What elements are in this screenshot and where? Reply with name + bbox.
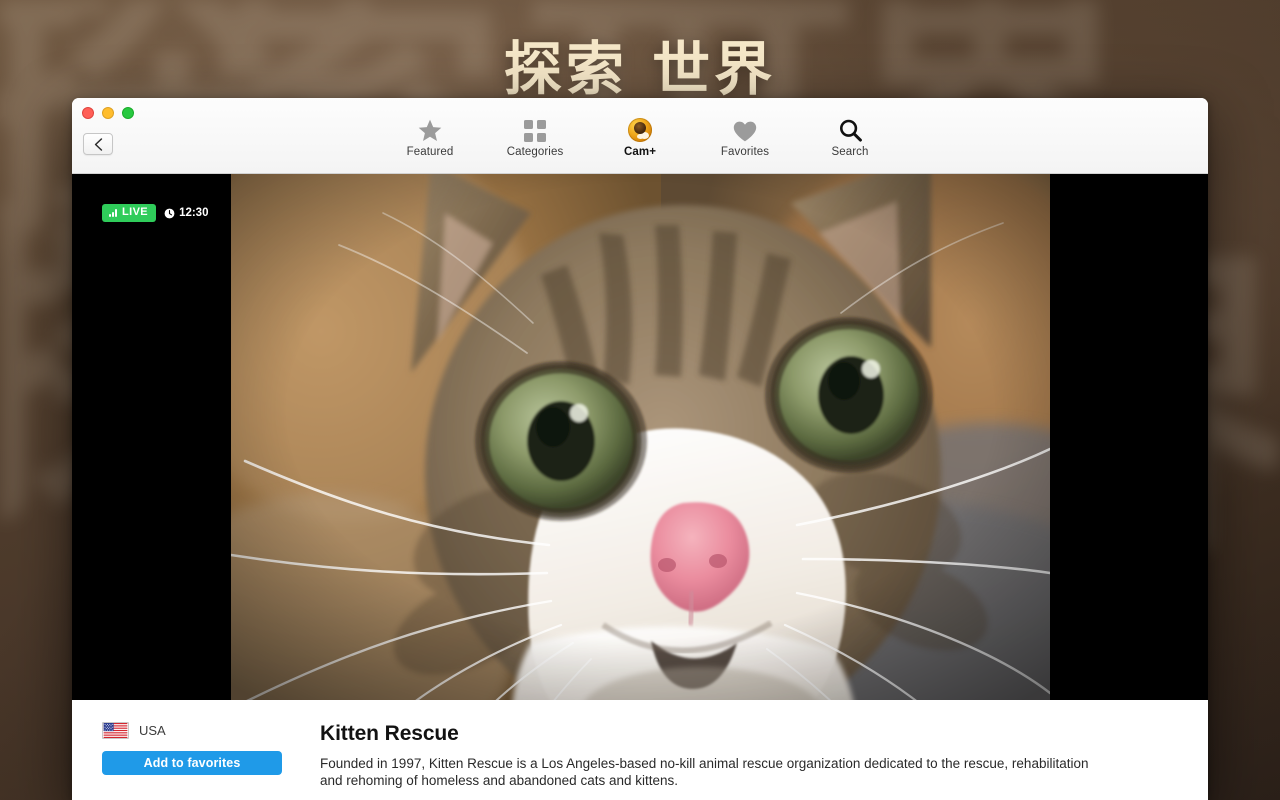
tab-categories[interactable]: Categories [498, 118, 573, 158]
country-row: USA [102, 722, 320, 739]
video-stage[interactable]: LIVE 12:30 [72, 174, 1208, 700]
hero-title: 探索 世界 [503, 35, 777, 103]
add-to-favorites-button[interactable]: Add to favorites [102, 751, 282, 775]
tab-label: Categories [506, 146, 564, 158]
tab-label: Search [831, 146, 869, 158]
cat-photo [231, 174, 1050, 700]
window-toolbar: Featured Categories Cam+ Favorites Searc… [72, 98, 1208, 174]
magnifier-icon [839, 118, 862, 142]
time-label: 12:30 [179, 207, 209, 219]
star-icon [418, 118, 442, 142]
stream-time: 12:30 [164, 207, 208, 219]
live-badge: LIVE [102, 204, 157, 222]
tab-favorites[interactable]: Favorites [708, 118, 783, 158]
clock-icon [164, 208, 175, 218]
tab-featured[interactable]: Featured [393, 118, 468, 158]
tab-label: Favorites [720, 146, 770, 158]
heart-icon [733, 118, 757, 142]
live-label: LIVE [122, 206, 149, 218]
live-status-overlay: LIVE 12:30 [102, 204, 208, 222]
tab-cam-plus[interactable]: Cam+ [603, 118, 678, 158]
stream-info-panel: USA Add to favorites Kitten Rescue Found… [72, 700, 1208, 800]
stream-meta-column: USA Add to favorites [72, 722, 320, 800]
tab-search[interactable]: Search [813, 118, 888, 158]
tab-label: Featured [406, 146, 454, 158]
grid-icon [524, 118, 546, 142]
stream-title: Kitten Rescue [320, 722, 459, 745]
signal-bars-icon [109, 208, 118, 217]
live-video-frame [231, 174, 1050, 700]
app-window: Featured Categories Cam+ Favorites Searc… [72, 98, 1208, 800]
stream-description: Founded in 1997, Kitten Rescue is a Los … [320, 756, 1089, 789]
country-label: USA [139, 723, 166, 738]
toolbar-nav: Featured Categories Cam+ Favorites Searc… [72, 118, 1208, 158]
stream-description-column: Kitten Rescue Founded in 1997, Kitten Re… [320, 722, 1208, 800]
tab-label: Cam+ [623, 146, 657, 158]
camplus-icon [628, 118, 652, 142]
us-flag-icon [102, 722, 129, 739]
